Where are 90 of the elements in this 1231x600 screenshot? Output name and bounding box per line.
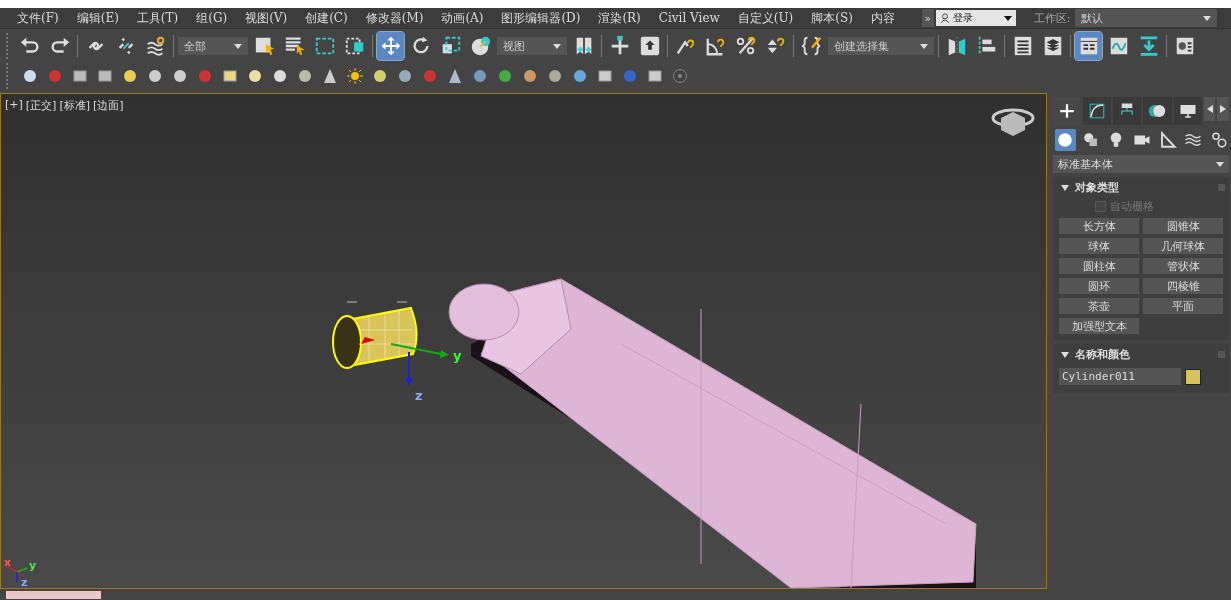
axis-label: x: [4, 556, 12, 569]
gears-icon: [1209, 131, 1228, 149]
menu-item[interactable]: 创建(C): [296, 9, 357, 27]
login-dropdown[interactable]: 登录: [935, 10, 1016, 26]
primitive-button[interactable]: 圆柱体: [1059, 258, 1139, 274]
dropdown[interactable]: 视图: [497, 37, 567, 55]
sun-icon[interactable]: [347, 68, 363, 84]
cursor-square-icon: [253, 35, 276, 57]
collapse-triangle-icon[interactable]: [1061, 350, 1069, 359]
user-icon: [939, 13, 950, 23]
caret-icon: [1003, 15, 1012, 21]
upload-icon: [638, 35, 661, 57]
pyramid-icon[interactable]: [447, 68, 463, 84]
dropdown[interactable]: 全部: [178, 37, 248, 55]
menu-item[interactable]: 编辑(E): [67, 9, 128, 27]
name-field[interactable]: Cylinder011: [1059, 368, 1181, 385]
monitor-icon: [1178, 102, 1197, 120]
rollout-title: 名称和颜色: [1075, 347, 1130, 362]
primitive-dropdown[interactable]: 标准基本体: [1053, 155, 1229, 173]
cone-icon[interactable]: [322, 68, 338, 84]
workspace-label: 工作区:: [1033, 10, 1071, 26]
caret-icon: [920, 43, 928, 49]
caret-icon: [1202, 15, 1211, 21]
waves-icon: [1184, 131, 1203, 149]
axis-label: z: [21, 576, 28, 588]
menu-item[interactable]: 渲染(R): [589, 9, 650, 27]
menu-item[interactable]: 脚本(S): [802, 9, 862, 27]
menu-item[interactable]: 自定义(U): [728, 9, 803, 27]
primitive-button[interactable]: 球体: [1059, 238, 1139, 254]
primitive-button[interactable]: 管状体: [1143, 258, 1223, 274]
move-icon: [379, 35, 402, 57]
scroll-left-button[interactable]: [1203, 97, 1216, 121]
menu-item[interactable]: 文件(F): [8, 9, 68, 27]
caret-icon: [234, 43, 242, 49]
color-swatch[interactable]: [1185, 368, 1201, 385]
window-crossing-icon: [343, 35, 366, 57]
axis-label: y: [29, 559, 37, 572]
panel-tab[interactable]: [1173, 97, 1202, 125]
primitive-button[interactable]: 平面: [1143, 298, 1223, 314]
menu-item[interactable]: 动画(A): [432, 9, 493, 27]
curve-icon: [1088, 102, 1107, 120]
move-button[interactable]: [377, 32, 404, 60]
primitive-button[interactable]: 长方体: [1059, 218, 1139, 234]
menu-item[interactable]: 内容: [861, 9, 904, 27]
primitive-button[interactable]: 茶壶: [1059, 298, 1139, 314]
shapes-icon: [1081, 131, 1100, 149]
menu-item[interactable]: 视图(V): [236, 9, 297, 27]
viewport-menu-label[interactable]: [边面]: [93, 98, 124, 113]
primitive-button[interactable]: 四棱锥: [1143, 278, 1223, 294]
left-arrow-icon: [1206, 105, 1213, 113]
primitive-button[interactable]: 圆锥体: [1143, 218, 1223, 234]
rollout-header[interactable]: 名称和颜色: [1057, 347, 1225, 362]
rollout-title: 对象类型: [1075, 180, 1119, 195]
menu-item[interactable]: 工具(T): [127, 9, 188, 27]
rollout-header[interactable]: 对象类型: [1057, 180, 1225, 195]
panel-tab[interactable]: [1113, 97, 1142, 125]
chain-waves-icon: [144, 35, 167, 57]
ribbon-button[interactable]: [1075, 32, 1102, 60]
menu-item[interactable]: 修改器(M): [356, 9, 433, 27]
viewport-menu-label[interactable]: [+]: [5, 98, 23, 113]
scroll-right-button[interactable]: [1217, 97, 1229, 121]
primitive-button[interactable]: 加强型文本: [1059, 318, 1139, 334]
dropdown[interactable]: 创建选择集: [828, 37, 934, 55]
toggle-icon: [1148, 102, 1167, 120]
menu-item[interactable]: Civil View: [649, 11, 729, 25]
dashed-rectangle-icon: [313, 35, 336, 57]
primitive-button[interactable]: 圆环: [1059, 278, 1139, 294]
panel-tab[interactable]: [1083, 97, 1112, 125]
right-arrow-icon: [1220, 105, 1227, 113]
axis-label: y: [453, 348, 462, 363]
menu-item[interactable]: 图形编辑器(D): [492, 9, 590, 27]
viewport-menu-label[interactable]: [标准]: [59, 98, 90, 113]
collapse-triangle-icon[interactable]: [1061, 183, 1069, 192]
placement-icon: [469, 35, 492, 57]
percent-snap-icon: [734, 35, 757, 57]
list-cursor-icon: [283, 35, 306, 57]
caret-icon: [1216, 161, 1224, 167]
viewport-menu-label[interactable]: [正交]: [25, 98, 57, 113]
viewport[interactable]: [+] [正交] [标准] [边面] y z x y z: [0, 93, 1047, 589]
braces-icon: [800, 35, 823, 57]
axis-label: z: [415, 388, 423, 403]
panel-tab[interactable]: [1143, 97, 1172, 125]
triangle-ruler-icon: [1158, 131, 1177, 149]
overflow-button[interactable]: »: [921, 9, 934, 27]
caret-icon: [553, 43, 561, 49]
view-cube-icon[interactable]: [991, 108, 1035, 136]
plus-icon: [1058, 102, 1077, 120]
workspace-dropdown[interactable]: 默认: [1074, 9, 1217, 27]
primitive-button[interactable]: 几何球体: [1143, 238, 1223, 254]
menu-item[interactable]: 组(G): [187, 9, 237, 27]
